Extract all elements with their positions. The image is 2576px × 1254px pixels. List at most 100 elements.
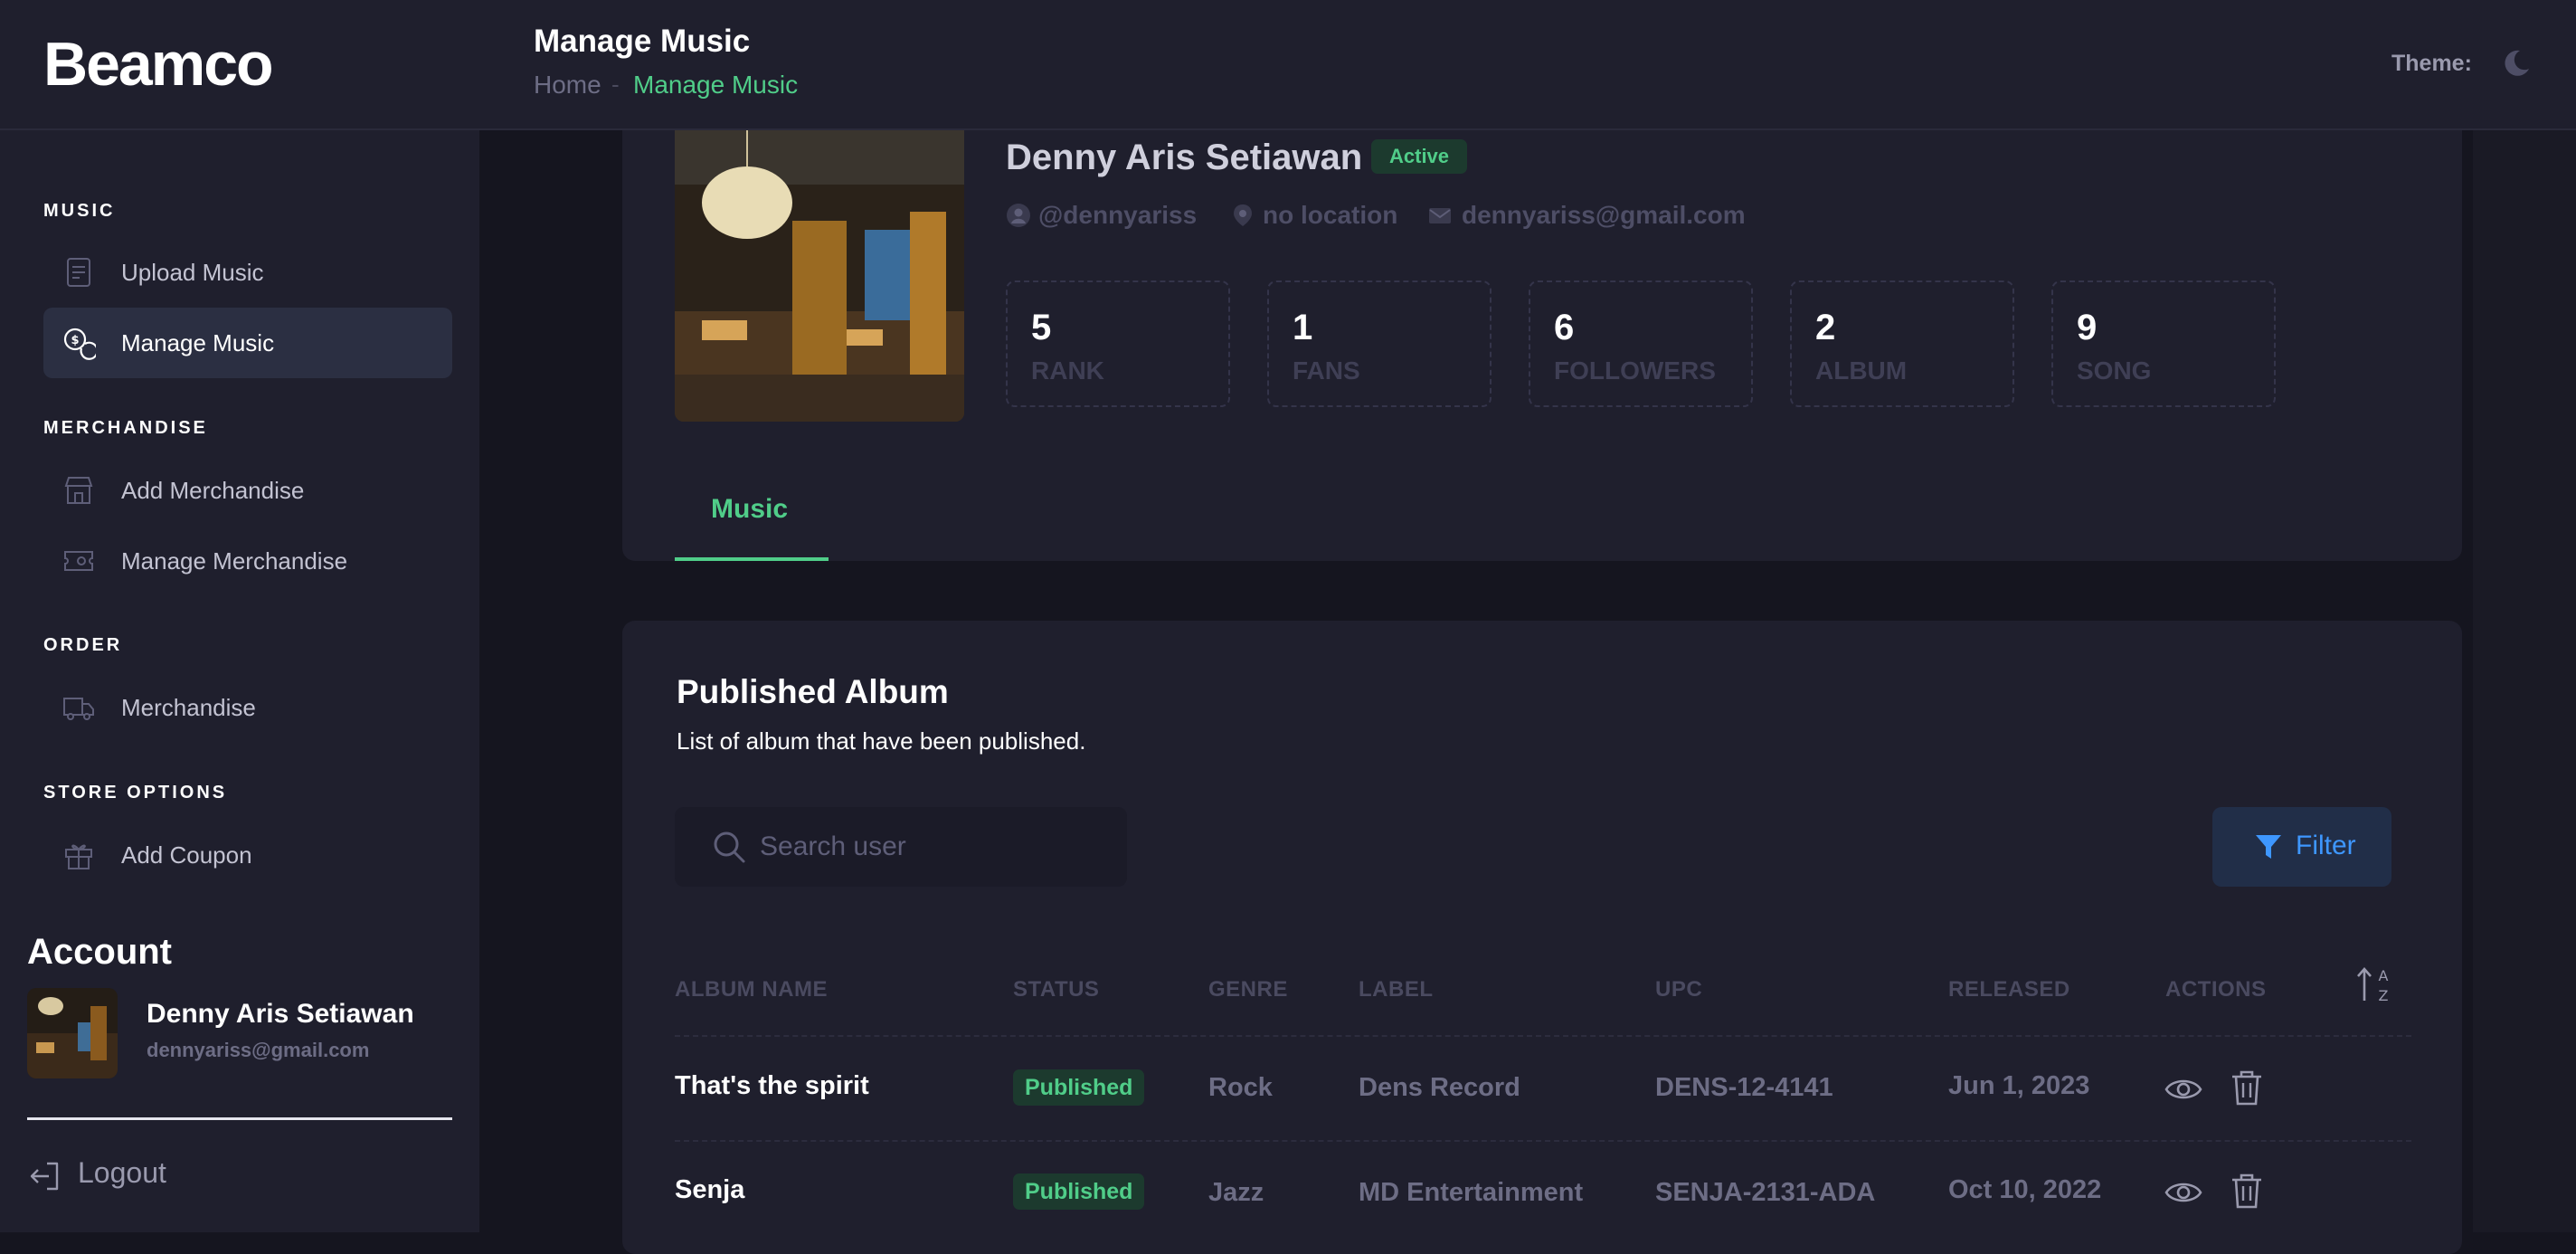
moon-icon[interactable] (2498, 45, 2534, 81)
card-subtitle: List of album that have been published. (677, 727, 1086, 755)
stat-value: 9 (2077, 308, 2098, 347)
stat-value: 5 (1031, 308, 1052, 347)
filter-button[interactable]: Filter (2212, 807, 2391, 887)
column-header-released[interactable]: RELEASED (1948, 977, 2070, 1002)
search-input[interactable] (758, 825, 1105, 869)
logout-label: Logout (78, 1156, 166, 1189)
sidebar-item-label: Manage Merchandise (121, 547, 348, 575)
album-name-cell[interactable]: That's the spirit (675, 1071, 869, 1101)
stat-label: SONG (2077, 356, 2152, 385)
mail-icon (1429, 208, 1451, 223)
column-header-upc[interactable]: UPC (1655, 977, 1702, 1002)
theme-label: Theme: (2391, 51, 2472, 76)
stat-followers: 6 FOLLOWERS (1529, 280, 1753, 407)
sidebar-item-label: Add Merchandise (121, 477, 305, 504)
sidebar-item-label: Manage Music (121, 329, 275, 356)
column-header-actions: ACTIONS (2165, 977, 2267, 1002)
breadcrumb-current: Manage Music (633, 71, 799, 99)
column-header-label[interactable]: LABEL (1359, 977, 1434, 1002)
sidebar-item-label: Upload Music (121, 259, 264, 286)
app-logo[interactable]: Beamco (43, 29, 274, 100)
row-divider (675, 1035, 2411, 1037)
upc-cell: SENJA-2131-ADA (1655, 1178, 1876, 1207)
trash-icon[interactable] (2227, 1068, 2267, 1107)
sidebar-item-order-merchandise[interactable]: Merchandise (43, 672, 452, 743)
stat-value: 1 (1293, 308, 1313, 347)
breadcrumb-separator: - (611, 71, 620, 98)
profile-username: @dennyariss (1038, 201, 1198, 229)
search-box[interactable] (675, 807, 1127, 887)
album-name-cell[interactable]: Senja (675, 1175, 744, 1205)
stat-label: FANS (1293, 356, 1360, 385)
shop-icon (64, 477, 93, 504)
sidebar-item-label: Add Coupon (121, 841, 252, 869)
receipt-icon (67, 258, 90, 287)
breadcrumb-home[interactable]: Home (534, 71, 601, 100)
truck-icon (63, 698, 94, 720)
stat-rank: 5 RANK (1006, 280, 1230, 407)
stat-fans: 1 FANS (1267, 280, 1492, 407)
profile-location: no location (1263, 201, 1398, 229)
label-cell: MD Entertainment (1359, 1178, 1584, 1207)
sidebar-section-music: MUSIC (43, 201, 116, 221)
sidebar-section-order: ORDER (43, 635, 123, 655)
column-header-status[interactable]: STATUS (1013, 977, 1099, 1002)
page-title: Manage Music (534, 24, 751, 59)
filter-label: Filter (2296, 831, 2356, 860)
tab-music[interactable]: Music (675, 480, 829, 561)
tab-label: Music (711, 494, 789, 524)
column-header-genre[interactable]: GENRE (1208, 977, 1288, 1002)
sort-az-icon[interactable]: A Z (2355, 964, 2395, 1004)
account-divider (27, 1117, 452, 1120)
stat-value: 6 (1554, 308, 1575, 347)
sidebar-item-add-coupon[interactable]: Add Coupon (43, 820, 452, 890)
svg-text:A: A (2379, 967, 2389, 984)
logout-button[interactable]: Logout (27, 1153, 226, 1198)
eye-icon[interactable] (2164, 1069, 2203, 1109)
stat-label: ALBUM (1815, 356, 1908, 385)
location-pin-icon (1234, 204, 1252, 226)
logout-icon (30, 1162, 59, 1191)
sidebar-item-manage-music[interactable]: $ Manage Music (43, 308, 452, 378)
top-header: Beamco Manage Music Home - Manage Music … (0, 0, 2576, 130)
tab-active-indicator (675, 557, 829, 561)
account-email: dennyariss@gmail.com (147, 1039, 370, 1061)
profile-name: Denny Aris Setiawan (1006, 138, 1363, 177)
gift-icon (65, 844, 92, 869)
profile-photo (675, 130, 964, 422)
user-icon (1007, 204, 1030, 227)
sidebar-item-manage-merchandise[interactable]: Manage Merchandise (43, 526, 452, 596)
svg-text:$: $ (71, 334, 79, 347)
stat-value: 2 (1815, 308, 1836, 347)
column-header-album-name[interactable]: ALBUM NAME (675, 977, 828, 1002)
svg-text:Z: Z (2379, 987, 2389, 1004)
filter-icon (2256, 835, 2281, 859)
status-badge: Published (1013, 1069, 1145, 1106)
sidebar-section-merchandise: MERCHANDISE (43, 418, 208, 438)
sidebar-item-add-merchandise[interactable]: Add Merchandise (43, 455, 452, 526)
stat-song: 9 SONG (2051, 280, 2276, 407)
label-cell: Dens Record (1359, 1073, 1520, 1102)
coins-icon: $ (63, 328, 96, 360)
stat-label: FOLLOWERS (1554, 356, 1716, 385)
stat-label: RANK (1031, 356, 1104, 385)
trash-icon[interactable] (2227, 1171, 2267, 1211)
published-album-card (622, 621, 2462, 1254)
sidebar-item-upload-music[interactable]: Upload Music (43, 237, 452, 308)
released-cell: Jun 1, 2023 (1948, 1071, 2090, 1100)
search-icon (714, 831, 745, 863)
card-title: Published Album (677, 673, 949, 710)
profile-email: dennyariss@gmail.com (1462, 201, 1746, 229)
status-badge: Published (1013, 1173, 1145, 1210)
row-divider (675, 1140, 2411, 1142)
upc-cell: DENS-12-4141 (1655, 1073, 1833, 1102)
account-name: Denny Aris Setiawan (147, 999, 414, 1029)
sidebar-section-store-options: STORE OPTIONS (43, 783, 228, 803)
ticket-icon (64, 551, 93, 571)
stat-album: 2 ALBUM (1790, 280, 2014, 407)
avatar[interactable] (27, 988, 118, 1078)
eye-icon[interactable] (2164, 1173, 2203, 1212)
genre-cell: Rock (1208, 1073, 1273, 1102)
right-rail (2473, 130, 2576, 1232)
genre-cell: Jazz (1208, 1178, 1264, 1207)
